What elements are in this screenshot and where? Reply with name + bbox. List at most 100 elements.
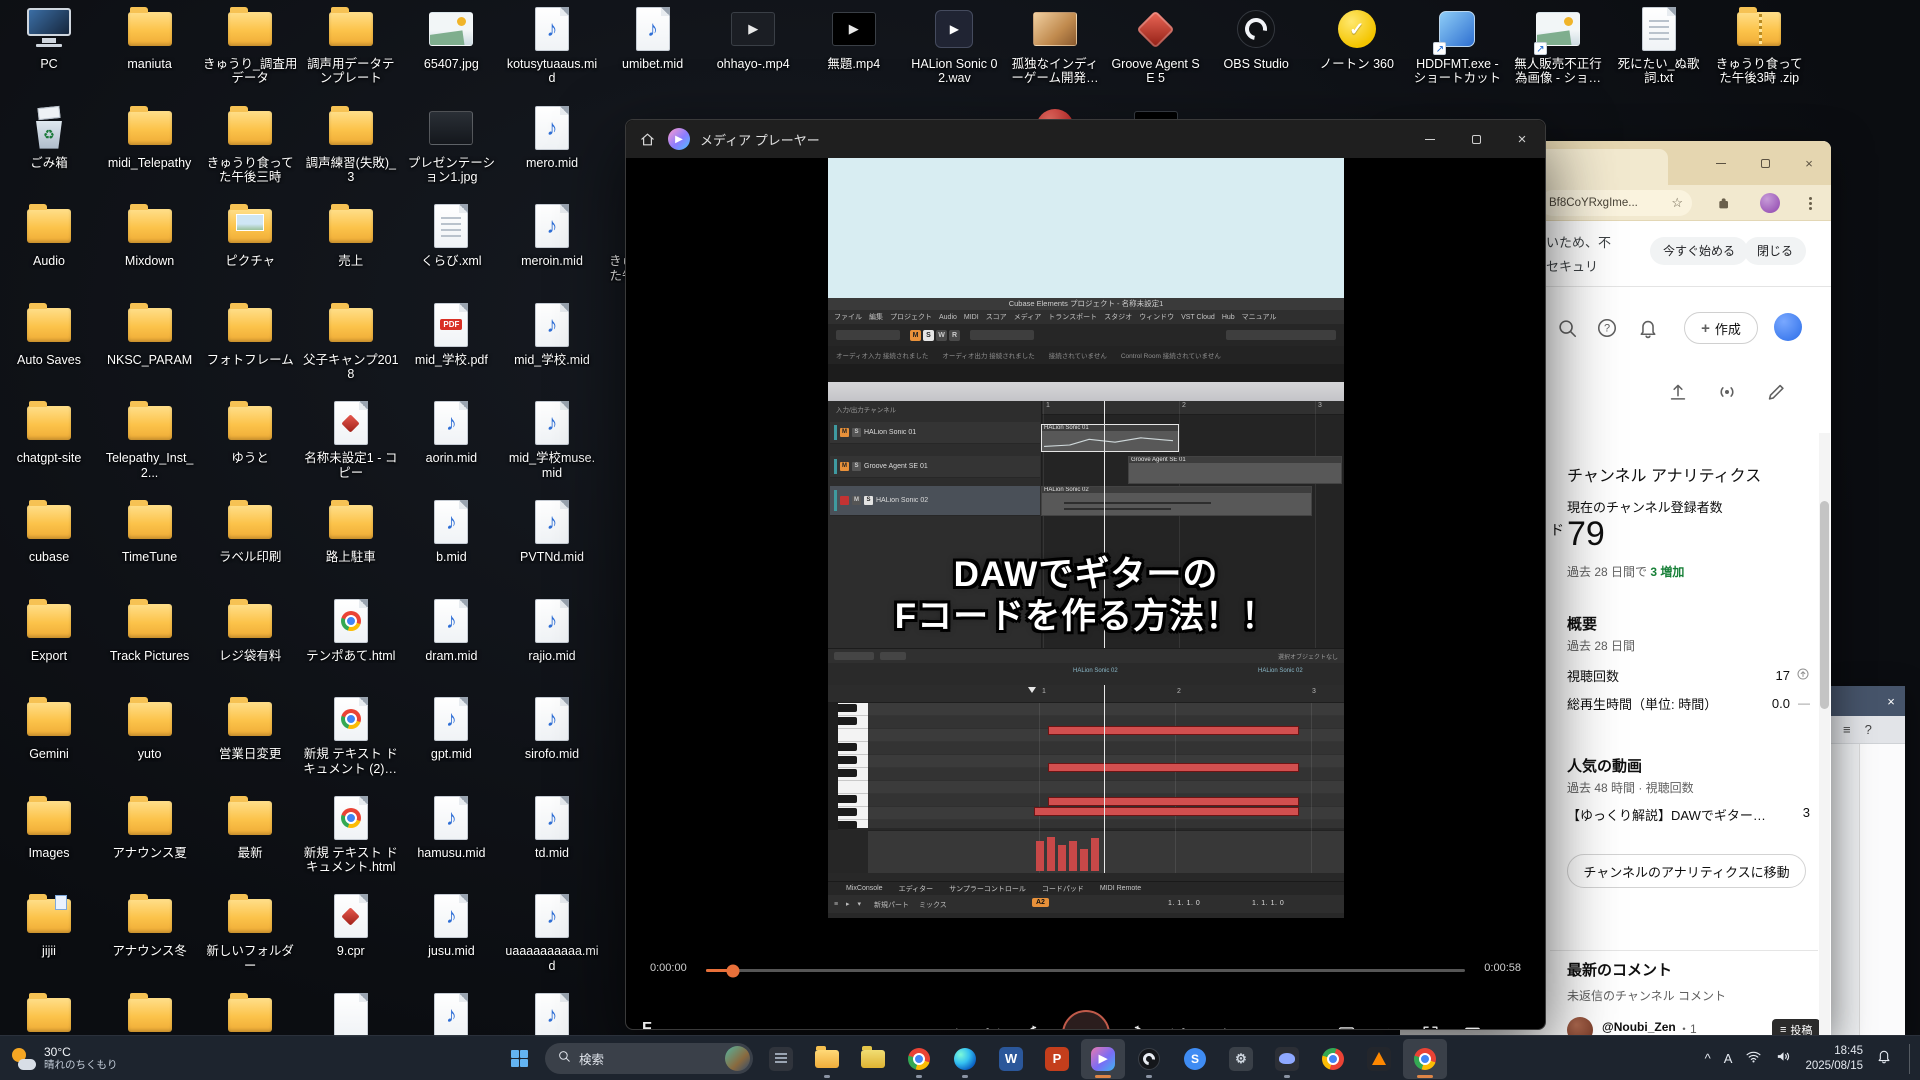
desktop-icon[interactable]: ♪kotusytuaaus.mid xyxy=(504,3,600,86)
taskbar-app-notepad[interactable] xyxy=(759,1039,803,1079)
desktop-icon[interactable]: Gemini xyxy=(1,693,97,761)
desktop-icon[interactable]: きゅうり_調査用データ xyxy=(202,3,298,86)
maximize-icon[interactable] xyxy=(1743,141,1787,185)
home-icon[interactable] xyxy=(626,131,668,148)
banner-primary-button[interactable]: 今すぐ始める xyxy=(1650,237,1748,265)
desktop-icon[interactable]: ♪mero.mid xyxy=(504,102,600,170)
taskbar-app-folder-window[interactable] xyxy=(851,1039,895,1079)
desktop-icon[interactable]: maniuta xyxy=(102,3,198,71)
taskbar-search-box[interactable]: 検索 xyxy=(545,1043,753,1074)
taskbar-app-vlc[interactable] xyxy=(1357,1039,1401,1079)
volume-button[interactable] xyxy=(1371,1016,1405,1029)
desktop-icon[interactable]: ゆうと xyxy=(202,397,298,465)
desktop-icon[interactable]: ♪umibet.mid xyxy=(605,3,701,71)
taskbar-app-google-app[interactable] xyxy=(1311,1039,1355,1079)
desktop-icon[interactable]: PC xyxy=(1,3,97,71)
desktop-icon[interactable]: midi_Telepathy xyxy=(102,102,198,170)
desktop-icon[interactable]: 名称未設定1 - コピー xyxy=(303,397,399,480)
taskbar-app-powerpoint[interactable]: P xyxy=(1035,1039,1079,1079)
desktop-icon[interactable]: 最新 xyxy=(202,792,298,860)
next-button[interactable] xyxy=(1162,1017,1196,1029)
notification-bell-icon[interactable] xyxy=(1637,317,1659,344)
desktop-icon[interactable]: ↗無人販売不正行為画像 - ショートカッ... xyxy=(1510,3,1606,86)
bookmark-star-icon[interactable]: ☆ xyxy=(1671,195,1683,211)
desktop-icon[interactable]: yuto xyxy=(102,693,198,761)
desktop-icon[interactable]: Groove Agent SE 5 xyxy=(1108,3,1204,86)
maximize-icon[interactable] xyxy=(1453,120,1499,158)
desktop-icon[interactable]: ▶HALion Sonic 02.wav xyxy=(906,3,1002,86)
desktop-icon[interactable]: テンポあて.html xyxy=(303,595,399,663)
miniplayer-button[interactable] xyxy=(1329,1016,1363,1029)
play-pause-button[interactable] xyxy=(1062,1010,1110,1029)
taskbar-app-chrome-youtube[interactable] xyxy=(1403,1039,1447,1079)
desktop-icon[interactable]: アナウンス夏 xyxy=(102,792,198,860)
desktop-icon[interactable]: くらび.xml xyxy=(403,200,499,268)
volume-icon[interactable] xyxy=(1775,1048,1792,1070)
desktop-icon[interactable]: ♪td.mid xyxy=(504,792,600,860)
desktop-icon[interactable]: 路上駐車 xyxy=(303,496,399,564)
previous-button[interactable] xyxy=(976,1017,1010,1029)
clock[interactable]: 18:45 2025/08/15 xyxy=(1805,1044,1863,1074)
desktop-icon[interactable]: cubase xyxy=(1,496,97,564)
taskbar-app-teams[interactable]: S xyxy=(1173,1039,1217,1079)
desktop-icon[interactable]: 新規 テキスト ドキュメント.html xyxy=(303,792,399,875)
search-icon[interactable] xyxy=(1556,317,1578,344)
banner-close-button[interactable]: 閉じる xyxy=(1744,237,1806,265)
desktop-icon[interactable]: jijii xyxy=(1,890,97,958)
desktop-icon[interactable]: 父子キャンプ2018 xyxy=(303,299,399,382)
desktop-icon[interactable]: ♪hamusu.mid xyxy=(403,792,499,860)
desktop-icon[interactable]: 調声用データテンプレート xyxy=(303,3,399,86)
cast-button[interactable] xyxy=(1455,1016,1489,1029)
popular-video-row[interactable]: 【ゆっくり解説】DAWでギターのF... 3 xyxy=(1567,805,1810,824)
desktop-icon[interactable]: ♪meroin.mid xyxy=(504,200,600,268)
upload-icon[interactable] xyxy=(1667,381,1689,408)
tray-overflow-chevron-icon[interactable]: ^ xyxy=(1705,1051,1711,1066)
desktop-icon[interactable]: Images xyxy=(1,792,97,860)
desktop-icon[interactable]: ▶ohhayo-.mp4 xyxy=(705,3,801,71)
fullscreen-button[interactable] xyxy=(1413,1016,1447,1029)
ime-indicator[interactable]: A xyxy=(1724,1051,1733,1066)
channel-avatar[interactable] xyxy=(1774,313,1802,341)
live-icon[interactable] xyxy=(1716,381,1738,408)
notification-bell-icon[interactable] xyxy=(1876,1048,1892,1069)
seek-bar-thumb[interactable] xyxy=(726,964,739,977)
browser-menu-icon[interactable] xyxy=(1802,192,1818,214)
desktop-icon[interactable]: ピクチャ xyxy=(202,200,298,268)
taskbar-app-settings[interactable]: ⚙ xyxy=(1219,1039,1263,1079)
background-window[interactable]: × ≡ ? xyxy=(1831,686,1905,1035)
desktop-icon[interactable]: ♪mid_学校.mid xyxy=(504,299,600,367)
desktop-icon[interactable]: Mixdown xyxy=(102,200,198,268)
help-icon[interactable]: ? xyxy=(1865,722,1872,737)
taskbar-app-discord[interactable] xyxy=(1265,1039,1309,1079)
desktop-icon[interactable]: 65407.jpg xyxy=(403,3,499,71)
desktop-icon[interactable]: 新しいフォルダー xyxy=(202,890,298,973)
desktop-icon[interactable]: Export xyxy=(1,595,97,663)
desktop-icon[interactable]: きゅうり食ってた午後三時 xyxy=(202,102,298,185)
desktop-icon[interactable]: Telepathy_Inst_2... xyxy=(102,397,198,480)
wifi-icon[interactable] xyxy=(1745,1048,1762,1070)
scrollbar-thumb[interactable] xyxy=(1820,501,1829,709)
media-player-window[interactable]: ▶ メディア プレーヤー × Cubase Elements プロジェクト - … xyxy=(625,119,1546,1030)
minimize-icon[interactable] xyxy=(1699,141,1743,185)
commenter-avatar[interactable] xyxy=(1567,1017,1593,1035)
desktop-icon[interactable]: ♪sirofo.mid xyxy=(504,693,600,761)
video-surface[interactable]: Cubase Elements プロジェクト - 名称未設定1 ファイル編集プロ… xyxy=(828,158,1344,918)
desktop-icon[interactable]: フォトフレーム xyxy=(202,299,298,367)
desktop-icon[interactable]: 売上 xyxy=(303,200,399,268)
desktop-icon[interactable]: PDFmid_学校.pdf xyxy=(403,299,499,367)
analytics-metric-row[interactable]: 視聴回数17 xyxy=(1567,661,1810,689)
weather-widget[interactable]: 30°C 晴れのちくもり xyxy=(10,1036,118,1080)
hamburger-menu-icon[interactable]: ≡ xyxy=(1843,722,1851,737)
desktop-icon[interactable]: レジ袋有料 xyxy=(202,595,298,663)
desktop-icon[interactable]: Audio xyxy=(1,200,97,268)
desktop-icon[interactable]: ♪rajio.mid xyxy=(504,595,600,663)
taskbar-app-word[interactable]: W xyxy=(989,1039,1033,1079)
desktop-icon[interactable]: ▶無題.mp4 xyxy=(806,3,902,71)
commenter-name[interactable]: @Noubi_Zen xyxy=(1602,1020,1676,1034)
desktop-icon[interactable]: ♪b.mid xyxy=(403,496,499,564)
desktop-icon[interactable]: ♪PVTNd.mid xyxy=(504,496,600,564)
address-bar[interactable]: Bf8CoYRxgIme... ☆ xyxy=(1540,190,1692,216)
desktop-icon[interactable]: アナウンス冬 xyxy=(102,890,198,958)
create-button[interactable]: + 作成 xyxy=(1684,312,1758,344)
desktop-icon[interactable]: 営業日変更 xyxy=(202,693,298,761)
